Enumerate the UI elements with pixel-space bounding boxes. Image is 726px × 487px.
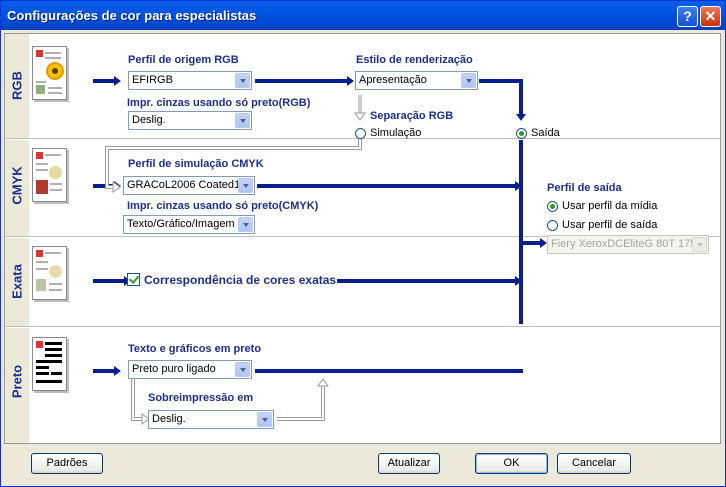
cmyk-gray-black-select[interactable]: Texto/Gráfico/Imagem	[123, 215, 255, 234]
overprint-value: Deslig.	[152, 413, 186, 425]
dialog-client: RGB CMYK Exata Preto Perfil de origem RG…	[4, 30, 722, 485]
overprint-select[interactable]: Deslig.	[148, 410, 274, 429]
output-profile-select: Fiery XeroxDCEliteG 80T 175	[547, 235, 709, 254]
chevron-down-icon[interactable]	[461, 73, 476, 88]
window-title: Configurações de cor para especialistas	[7, 8, 257, 23]
use-media-profile-radio[interactable]	[547, 201, 558, 212]
chevron-down-icon[interactable]	[238, 217, 253, 232]
ok-button[interactable]: OK	[475, 453, 548, 474]
rgb-source-profile-value: EFIRGB	[132, 74, 173, 86]
separation-output-radio[interactable]	[516, 128, 527, 139]
use-output-profile-radio[interactable]	[547, 220, 558, 231]
color-flow-panel: RGB CMYK Exata Preto Perfil de origem RG…	[4, 33, 721, 444]
chevron-down-icon[interactable]	[235, 362, 250, 377]
use-output-profile-label[interactable]: Usar perfil de saída	[562, 219, 657, 231]
use-media-profile-label[interactable]: Usar perfil da mídia	[562, 200, 657, 212]
rgb-separation-label: Separação RGB	[370, 110, 454, 122]
black-text-graphics-value: Preto puro ligado	[132, 363, 216, 375]
update-button[interactable]: Atualizar	[378, 453, 440, 474]
spot-color-matching-label[interactable]: Correspondência de cores exatas	[144, 273, 336, 287]
rgb-source-profile-label: Perfil de origem RGB	[128, 54, 239, 66]
dialog-window: Configurações de cor para especialistas …	[0, 0, 726, 487]
rgb-source-profile-select[interactable]: EFIRGB	[128, 71, 252, 90]
cmyk-simulation-profile-label: Perfil de simulação CMYK	[128, 158, 264, 170]
chevron-down-icon[interactable]	[235, 113, 250, 128]
help-button[interactable]: ?	[677, 6, 698, 27]
overprint-label: Sobreimpressão em	[148, 392, 254, 404]
cancel-button[interactable]: Cancelar	[557, 453, 631, 474]
black-text-graphics-select[interactable]: Preto puro ligado	[128, 360, 252, 379]
spot-color-matching-checkbox[interactable]	[127, 273, 140, 286]
title-bar[interactable]: Configurações de cor para especialistas …	[1, 1, 725, 30]
chevron-down-icon[interactable]	[257, 412, 272, 427]
rendering-style-value: Apresentação	[359, 74, 427, 86]
separation-output-label[interactable]: Saída	[531, 127, 560, 139]
cmyk-gray-black-value: Texto/Gráfico/Imagem	[127, 218, 235, 230]
rgb-gray-black-select[interactable]: Deslig.	[128, 111, 252, 130]
output-profile-label: Perfil de saída	[547, 182, 622, 194]
separation-simulation-radio[interactable]	[355, 128, 366, 139]
chevron-down-icon[interactable]	[235, 73, 250, 88]
close-button[interactable]: ✕	[700, 6, 721, 27]
cmyk-simulation-profile-value: GRACoL2006 Coated1	[127, 179, 239, 191]
output-profile-value: Fiery XeroxDCEliteG 80T 175	[551, 238, 693, 250]
rendering-style-label: Estilo de renderização	[356, 54, 473, 66]
separation-simulation-label[interactable]: Simulação	[370, 127, 421, 139]
rgb-gray-black-label: Impr. cinzas usando só preto(RGB)	[127, 97, 311, 109]
chevron-down-icon[interactable]	[238, 178, 253, 193]
cmyk-gray-black-label: Impr. cinzas usando só preto(CMYK)	[127, 200, 319, 212]
black-text-graphics-label: Texto e gráficos em preto	[128, 343, 262, 355]
rgb-gray-black-value: Deslig.	[132, 114, 166, 126]
rendering-style-select[interactable]: Apresentação	[355, 71, 478, 90]
cmyk-simulation-profile-select[interactable]: GRACoL2006 Coated1	[123, 176, 255, 195]
chevron-down-icon	[692, 237, 707, 252]
defaults-button[interactable]: Padrões	[31, 453, 103, 474]
